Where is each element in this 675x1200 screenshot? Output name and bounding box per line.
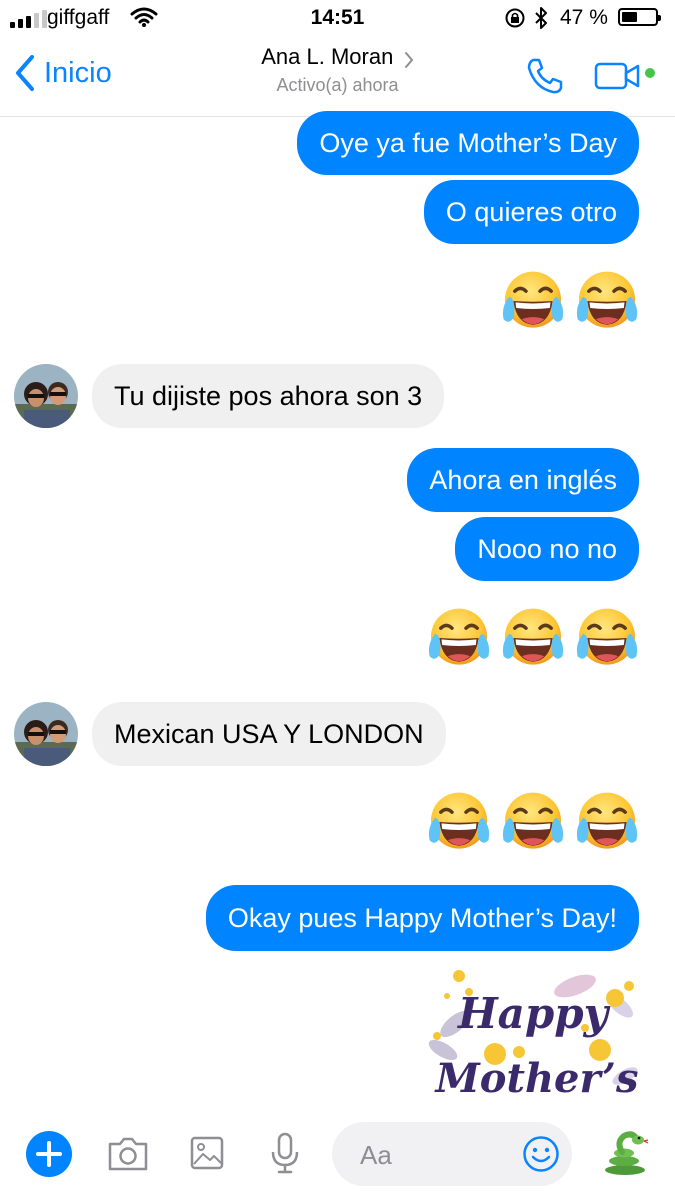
message-outgoing[interactable]: Ahora en inglés — [407, 448, 639, 512]
laughing-emoji-icon — [572, 787, 642, 857]
image-icon[interactable] — [190, 1136, 224, 1170]
message-incoming[interactable]: Mexican USA Y LONDON — [92, 702, 446, 766]
snake-icon[interactable] — [600, 1128, 650, 1178]
status-bar: giffgaff 14:51 47 % — [0, 0, 675, 36]
message-outgoing[interactable]: Okay pues Happy Mother’s Day! — [205, 885, 639, 951]
message-outgoing[interactable]: O quieres otro — [423, 180, 639, 244]
message-input[interactable] — [358, 1136, 512, 1174]
happy-mothers-day-sticker[interactable]: Happy Mother’s — [425, 966, 640, 1108]
microphone-icon[interactable] — [270, 1132, 300, 1176]
emoji-icon[interactable] — [522, 1135, 560, 1173]
battery-level — [622, 12, 637, 22]
composer-bar — [0, 1108, 675, 1200]
sticker-text-happy: Happy — [457, 989, 611, 1038]
laughing-emoji-icon — [572, 266, 642, 336]
laughing-emoji-icon — [424, 787, 494, 857]
battery-icon — [618, 8, 661, 26]
message-incoming[interactable]: Tu dijiste pos ahora son 3 — [92, 364, 445, 428]
plus-button[interactable] — [26, 1131, 72, 1177]
emoji-message[interactable] — [498, 266, 642, 336]
laughing-emoji-icon — [498, 787, 568, 857]
bluetooth-icon — [535, 7, 547, 29]
laughing-emoji-icon — [498, 266, 568, 336]
emoji-message[interactable] — [424, 787, 642, 857]
chevron-right-icon — [404, 51, 414, 68]
battery-percentage: 47 % — [560, 6, 608, 29]
phone-icon[interactable] — [525, 56, 565, 96]
online-indicator — [645, 68, 655, 78]
laughing-emoji-icon — [498, 603, 568, 673]
contact-title[interactable]: Ana L. Moran Activo(a) ahora — [0, 44, 675, 96]
sticker-text-mothers: Mother’s — [434, 1055, 639, 1102]
emoji-message[interactable] — [424, 603, 642, 673]
contact-avatar[interactable] — [14, 702, 78, 766]
message-outgoing[interactable]: Nooo no no — [455, 517, 639, 581]
contact-name[interactable]: Ana L. Moran — [261, 44, 393, 69]
contact-status: Activo(a) ahora — [276, 75, 399, 95]
rotation-lock-icon — [505, 8, 525, 28]
laughing-emoji-icon — [572, 603, 642, 673]
plus-icon — [36, 1141, 62, 1167]
message-composer[interactable] — [332, 1122, 572, 1186]
video-camera-icon[interactable] — [594, 62, 642, 90]
camera-icon[interactable] — [106, 1136, 150, 1172]
contact-avatar[interactable] — [14, 364, 78, 428]
conversation-header: Inicio Ana L. Moran Activo(a) ahora — [0, 36, 675, 117]
laughing-emoji-icon — [424, 603, 494, 673]
message-outgoing[interactable]: Oye ya fue Mother’s Day — [297, 111, 639, 175]
